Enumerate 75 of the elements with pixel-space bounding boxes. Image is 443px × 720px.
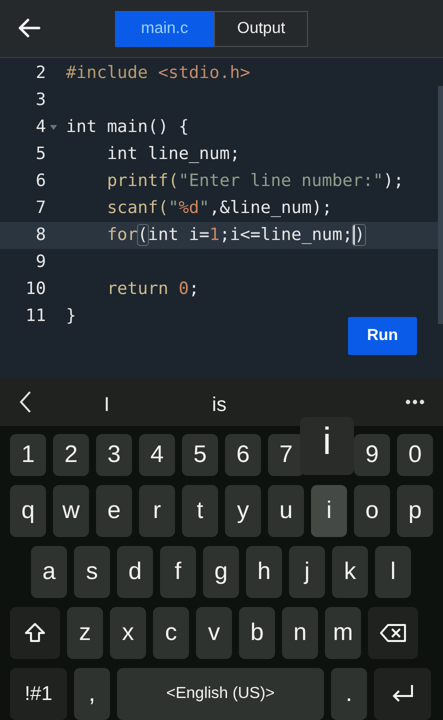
code-line: int main() { [66, 116, 189, 139]
key[interactable]: y [225, 485, 261, 537]
space-bar[interactable]: <English (US)> [117, 668, 324, 720]
key[interactable]: 6 [225, 434, 261, 476]
key[interactable]: l [375, 546, 411, 598]
key[interactable]: k [332, 546, 368, 598]
symbols-key[interactable]: !#1 [10, 668, 67, 720]
backspace-key[interactable] [368, 607, 418, 659]
key[interactable]: 2 [53, 434, 89, 476]
suggestion[interactable]: is [212, 390, 226, 420]
fold-arrow-icon[interactable] [50, 124, 57, 130]
code-line: #include <stdio.h> [66, 62, 250, 85]
key[interactable]: q [10, 485, 46, 537]
line-number: 8 [34, 224, 46, 247]
key[interactable]: b [239, 607, 275, 659]
key[interactable]: h [246, 546, 282, 598]
key[interactable]: a [31, 546, 67, 598]
key[interactable]: c [153, 607, 189, 659]
run-button[interactable]: Run [348, 316, 417, 355]
key[interactable]: n [282, 607, 318, 659]
key[interactable]: 0 [397, 434, 433, 476]
tab[interactable]: Output [214, 11, 308, 47]
period-key[interactable]: . [331, 668, 367, 720]
key[interactable]: e [96, 485, 132, 537]
key[interactable]: 9 [354, 434, 390, 476]
back-arrow-icon[interactable] [17, 18, 41, 38]
code-line: for(int i=1;i<=line_num;) [106, 224, 365, 247]
key[interactable]: u [268, 485, 304, 537]
line-number: 5 [34, 142, 46, 166]
language-label: English (US) [176, 684, 266, 704]
key[interactable]: f [160, 546, 196, 598]
key[interactable]: 1 [10, 434, 46, 476]
backspace-icon [379, 623, 407, 643]
key[interactable]: j [289, 546, 325, 598]
key-preview-popup: i [300, 417, 354, 475]
key[interactable]: 7 [268, 434, 304, 476]
line-number: 9 [34, 250, 46, 274]
code-line: } [66, 304, 76, 328]
key[interactable]: r [139, 485, 175, 537]
key[interactable]: 3 [96, 434, 132, 476]
key[interactable]: i [311, 485, 347, 537]
comma-key[interactable]: , [74, 668, 110, 720]
language-prev-text: < [166, 684, 176, 704]
key[interactable]: z [67, 607, 103, 659]
enter-key[interactable] [374, 668, 431, 720]
key[interactable]: t [182, 485, 218, 537]
key[interactable]: x [110, 607, 146, 659]
more-icon[interactable] [405, 399, 425, 406]
suggestion[interactable]: I [104, 390, 110, 420]
shift-icon [23, 621, 47, 645]
line-number: 4 [34, 116, 46, 139]
key[interactable]: s [74, 546, 110, 598]
scrollbar[interactable] [438, 86, 443, 324]
code-line: return 0; [106, 278, 200, 301]
shift-key[interactable] [10, 607, 60, 659]
key[interactable]: g [203, 546, 239, 598]
line-number: 10 [24, 278, 46, 301]
key[interactable]: 4 [139, 434, 175, 476]
key[interactable]: v [196, 607, 232, 659]
line-number: 7 [34, 196, 46, 220]
line-number: 6 [34, 170, 46, 193]
code-line: scanf("%d",&line_num); [106, 196, 332, 220]
line-number: 2 [34, 62, 46, 85]
key[interactable]: p [397, 485, 433, 537]
line-number: 11 [24, 304, 46, 328]
key[interactable]: o [354, 485, 390, 537]
key[interactable]: w [53, 485, 89, 537]
chevron-left-icon[interactable] [18, 390, 32, 414]
key[interactable]: m [325, 607, 361, 659]
code-line: printf("Enter line number:"); [106, 170, 404, 193]
line-number: 3 [34, 88, 46, 112]
key[interactable]: 5 [182, 434, 218, 476]
key[interactable]: d [117, 546, 153, 598]
language-next-text: > [265, 684, 275, 704]
code-line: int line_num; [106, 142, 240, 166]
